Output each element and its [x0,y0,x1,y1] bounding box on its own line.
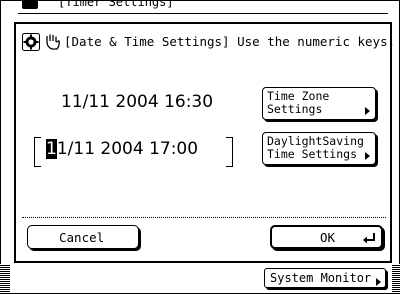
ok-button[interactable]: OK [270,225,383,249]
chevron-right-icon [365,107,370,115]
time-zone-settings-button[interactable]: Time Zone Settings [262,87,376,120]
system-monitor-button[interactable]: System Monitor [264,268,386,288]
status-bar-pattern-right [392,264,400,294]
cancel-label: Cancel [59,230,105,245]
chevron-right-icon [376,278,381,286]
daylight-saving-settings-button[interactable]: DaylightSaving Time Settings [262,132,376,165]
gear-icon [22,33,40,51]
ok-label: OK [320,230,336,245]
current-datetime: 11/11 2004 16:30 [61,92,214,112]
left-bracket [34,137,41,167]
background-window-title: [Timer Settings] [58,0,174,9]
settings-icon [22,0,38,9]
instruction-text: [Date & Time Settings] Use the numeric k… [64,34,396,49]
chevron-right-icon [365,152,370,160]
daylight-label-line2: Time Settings [267,147,358,161]
hand-touch-icon [46,34,60,50]
dialog-header: [Date & Time Settings] Use the numeric k… [22,32,395,52]
enter-icon [363,233,375,244]
status-bar-pattern-left [0,264,10,294]
cancel-button[interactable]: Cancel [27,225,139,249]
time-zone-label-line2: Settings [267,102,323,116]
daylight-label-line1: DaylightSaving [267,134,364,148]
background-window-title-bar: [Timer Settings] [18,0,388,14]
input-cursor: 1 [46,139,57,159]
new-datetime-value: 11/11 2004 17:00 [46,139,198,159]
time-zone-label-line1: Time Zone [267,89,330,103]
right-bracket [226,137,233,167]
date-time-settings-dialog: [Date & Time Settings] Use the numeric k… [14,22,395,263]
new-datetime-rest: 1/11 2004 17:00 [56,139,199,159]
divider [22,217,386,218]
system-monitor-label: System Monitor [270,271,372,285]
